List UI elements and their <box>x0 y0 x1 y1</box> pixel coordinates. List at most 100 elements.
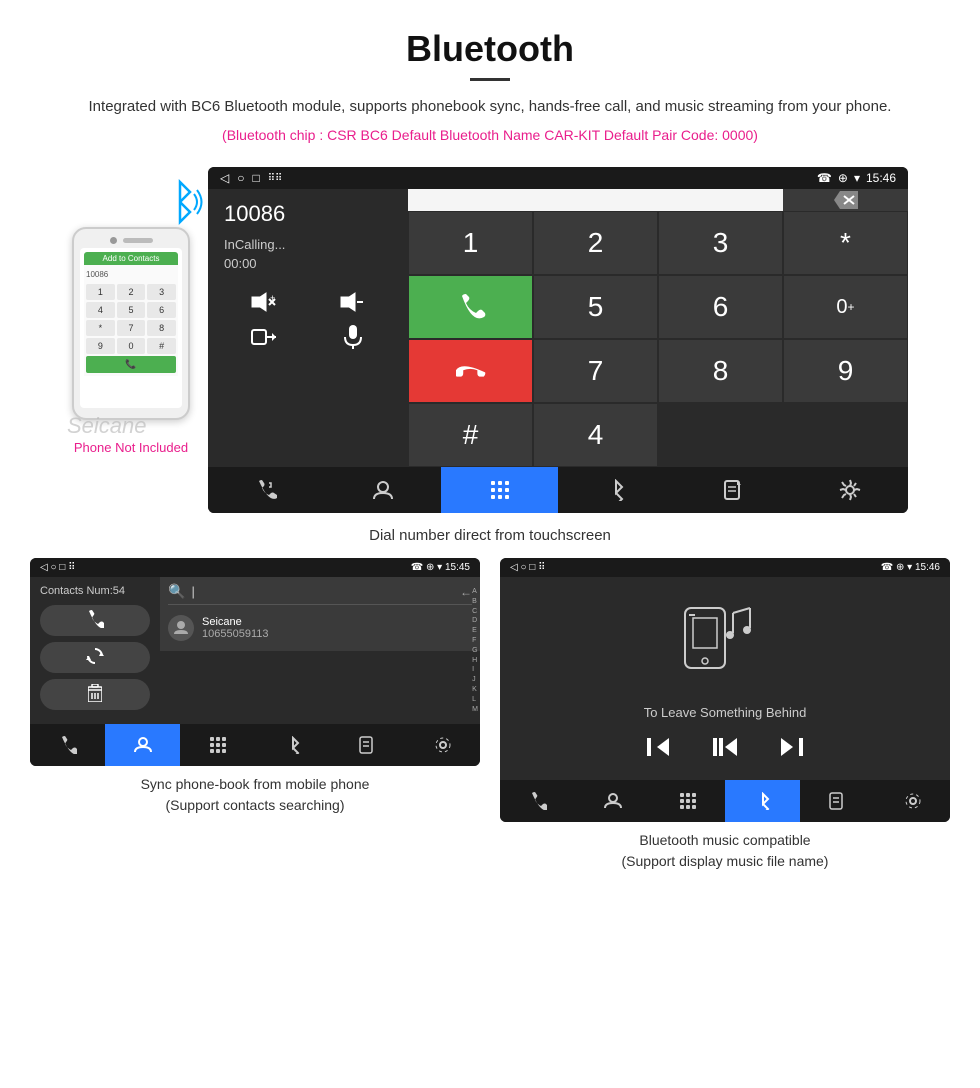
dial-input-field[interactable] <box>408 189 783 211</box>
music-nav-settings[interactable] <box>875 780 950 822</box>
music-status-right: ☎ ⊕ ▾ 15:46 <box>881 562 940 573</box>
car-dial-screen: ◁ ○ □ ⠿⠿ ☎ ⊕ ▾ 15:46 10086 InCalling... … <box>208 167 908 513</box>
dial-key-7[interactable]: 7 <box>117 320 146 336</box>
contacts-call-btn[interactable] <box>40 605 150 636</box>
car-dialpad: 1 2 3 * 4 5 6 0+ <box>408 189 908 467</box>
contacts-status-right: ☎ ⊕ ▾ 15:45 <box>411 562 470 573</box>
dial-key-3[interactable]: 3 <box>147 284 176 300</box>
music-caption: Bluetooth music compatible (Support disp… <box>500 830 950 872</box>
home-icon: ○ <box>237 171 244 185</box>
music-nav-file[interactable] <box>800 780 875 822</box>
music-nav-bluetooth[interactable] <box>725 780 800 822</box>
contacts-left-panel: Contacts Num:54 <box>30 577 160 724</box>
contacts-nav-dialpad[interactable] <box>180 724 255 766</box>
phone-speaker <box>123 238 153 243</box>
dial-key-hash[interactable]: # <box>408 403 533 467</box>
dial-key-9[interactable]: 9 <box>86 338 115 354</box>
phone-call-button[interactable]: 📞 <box>86 356 176 373</box>
main-caption: Dial number direct from touchscreen <box>0 519 980 558</box>
nav-file-icon[interactable] <box>675 467 792 513</box>
dial-key-0[interactable]: 0 <box>117 338 146 354</box>
call-button[interactable] <box>408 275 533 339</box>
dial-key-2[interactable]: 2 <box>533 211 658 275</box>
nav-bluetooth-icon[interactable] <box>558 467 675 513</box>
volume-up-icon[interactable]: + <box>224 291 303 313</box>
dial-key-7[interactable]: 7 <box>533 339 658 403</box>
contacts-screen-wrap: ◁ ○ □ ⠿ ☎ ⊕ ▾ 15:45 Contacts Num:54 <box>30 558 480 872</box>
search-icon: 🔍 <box>168 583 185 600</box>
nav-contacts-icon[interactable] <box>325 467 442 513</box>
music-body: To Leave Something Behind <box>500 577 950 780</box>
music-nav-phone[interactable] <box>500 780 575 822</box>
page-description: Integrated with BC6 Bluetooth module, su… <box>40 95 940 119</box>
backspace-icon[interactable]: ← <box>460 585 472 599</box>
dial-key-6[interactable]: 6 <box>658 275 783 339</box>
music-screen: ◁ ○ □ ⠿ ☎ ⊕ ▾ 15:46 <box>500 558 950 822</box>
mic-icon[interactable] <box>313 323 392 351</box>
contact-item[interactable]: Seicane 10655059113 <box>168 611 472 645</box>
contacts-delete-btn[interactable] <box>40 679 150 710</box>
contact-info: Seicane 10655059113 <box>202 616 268 640</box>
contacts-status-bar: ◁ ○ □ ⠿ ☎ ⊕ ▾ 15:45 <box>30 558 480 577</box>
dial-delete-button[interactable] <box>783 189 908 211</box>
music-screen-wrap: ◁ ○ □ ⠿ ☎ ⊕ ▾ 15:46 <box>500 558 950 872</box>
contacts-nav-bluetooth[interactable] <box>255 724 330 766</box>
dial-key-hash[interactable]: # <box>147 338 176 354</box>
nav-dialpad-icon[interactable] <box>441 467 558 513</box>
contacts-nav-settings[interactable] <box>405 724 480 766</box>
dial-key-6[interactable]: 6 <box>147 302 176 318</box>
back-icon: ◁ <box>220 171 229 185</box>
dial-key-0plus[interactable]: 0+ <box>783 275 908 339</box>
nav-phone-icon[interactable] <box>208 467 325 513</box>
dial-key-1[interactable]: 1 <box>408 211 533 275</box>
next-track-icon[interactable] <box>779 736 805 764</box>
car-number-display: 10086 <box>224 201 392 227</box>
dial-key-9[interactable]: 9 <box>783 339 908 403</box>
dial-key-2[interactable]: 2 <box>117 284 146 300</box>
location-icon: ⊕ <box>838 171 848 185</box>
dial-key-4[interactable]: 4 <box>86 302 115 318</box>
nav-settings-icon[interactable] <box>791 467 908 513</box>
volume-down-icon[interactable] <box>313 291 392 313</box>
phone-mockup: Add to Contacts 10086 1 2 3 4 5 6 * 7 8 … <box>72 227 190 455</box>
wifi-icon: ▾ <box>854 171 860 185</box>
contacts-status-left: ◁ ○ □ ⠿ <box>40 562 75 573</box>
contact-name: Seicane <box>202 616 268 628</box>
contacts-list: 🔍 | ← Seican <box>160 577 480 651</box>
transfer-icon[interactable] <box>224 323 303 351</box>
phone-screen-body: 10086 1 2 3 4 5 6 * 7 8 9 0 # 📞 <box>84 265 178 376</box>
contacts-nav-file[interactable] <box>330 724 405 766</box>
dial-key-star[interactable]: * <box>86 320 115 336</box>
page-title: Bluetooth <box>40 28 940 70</box>
music-nav-contacts[interactable] <box>575 780 650 822</box>
search-input[interactable]: | <box>191 584 454 599</box>
dial-key-5[interactable]: 5 <box>117 302 146 318</box>
music-controls <box>516 736 934 764</box>
music-icon-area <box>516 593 934 695</box>
end-call-button[interactable] <box>408 339 533 403</box>
dial-key-1[interactable]: 1 <box>86 284 115 300</box>
dial-key-4[interactable]: 4 <box>533 403 658 467</box>
car-status-bar: ◁ ○ □ ⠿⠿ ☎ ⊕ ▾ 15:46 <box>208 167 908 189</box>
phone-screen: Add to Contacts 10086 1 2 3 4 5 6 * 7 8 … <box>80 248 182 408</box>
dial-key-5[interactable]: 5 <box>533 275 658 339</box>
car-controls: + <box>224 291 392 351</box>
prev-track-icon[interactable] <box>645 736 671 764</box>
dial-key-8[interactable]: 8 <box>147 320 176 336</box>
main-screen-area: Add to Contacts 10086 1 2 3 4 5 6 * 7 8 … <box>0 167 980 513</box>
contacts-nav-contacts[interactable] <box>105 724 180 766</box>
contacts-body: Contacts Num:54 <box>30 577 480 724</box>
dial-key-star[interactable]: * <box>783 211 908 275</box>
dial-key-8[interactable]: 8 <box>658 339 783 403</box>
music-nav-dialpad[interactable] <box>650 780 725 822</box>
contacts-nav-phone[interactable] <box>30 724 105 766</box>
play-pause-icon[interactable] <box>711 736 739 764</box>
contacts-sync-btn[interactable] <box>40 642 150 673</box>
status-bar-left: ◁ ○ □ ⠿⠿ <box>220 171 282 185</box>
music-status-left: ◁ ○ □ ⠿ <box>510 562 545 573</box>
contact-avatar <box>168 615 194 641</box>
music-status-bar: ◁ ○ □ ⠿ ☎ ⊕ ▾ 15:46 <box>500 558 950 577</box>
contacts-caption: Sync phone-book from mobile phone (Suppo… <box>30 774 480 816</box>
phone-screen-header: Add to Contacts <box>84 252 178 265</box>
dial-key-3[interactable]: 3 <box>658 211 783 275</box>
